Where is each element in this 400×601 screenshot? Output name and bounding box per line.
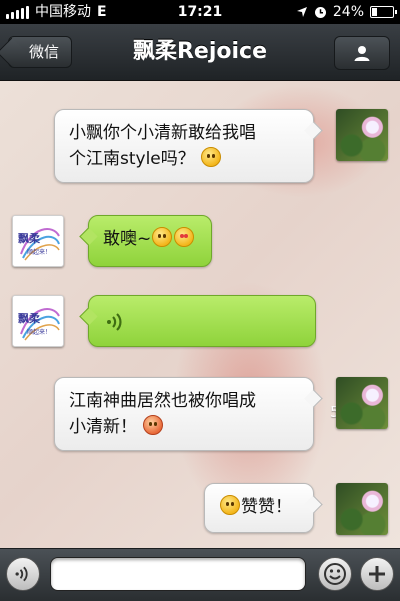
svg-text:飘柔: 飘柔 — [18, 312, 41, 325]
status-right: 24% — [296, 0, 397, 24]
message-text: 赞赞！ — [241, 497, 292, 517]
chat-title: 飘柔Rejoice — [132, 39, 268, 64]
message-bubble[interactable]: 敢噢~ — [88, 215, 212, 267]
message-bubble[interactable]: 江南神曲居然也被你唱成 小清新！ — [54, 377, 314, 451]
svg-text:顺起来！: 顺起来！ — [27, 248, 51, 256]
message-text: 个江南style吗？ — [69, 149, 195, 169]
rejoice-logo-icon: 飘柔 顺起来！ — [18, 228, 60, 261]
message-bubble[interactable]: 赞赞！ — [204, 483, 314, 533]
grin-emoji-icon — [201, 147, 222, 167]
location-arrow-icon — [296, 7, 307, 17]
voice-mode-button[interactable] — [6, 557, 40, 591]
surprised-emoji-icon — [220, 495, 240, 515]
voice-wave-icon — [107, 313, 122, 331]
battery-fill — [372, 8, 377, 16]
shocked-emoji-icon — [143, 415, 164, 435]
user-icon — [354, 46, 370, 61]
svg-text:顺起来！: 顺起来！ — [27, 328, 51, 336]
back-button-label: 微信 — [29, 43, 60, 61]
message-text: 江南神曲居然也被你唱成 — [69, 391, 256, 411]
message-bubble[interactable]: 小飘你个小清新敢给我唱 个江南style吗？ — [54, 109, 314, 183]
message-input[interactable] — [50, 557, 306, 591]
heart-eyes-emoji-icon — [174, 227, 195, 247]
nav-bar: 微信 飘柔Rejoice — [0, 24, 400, 81]
self-avatar[interactable] — [336, 109, 388, 161]
back-button[interactable]: 微信 — [8, 36, 73, 68]
self-avatar[interactable] — [336, 377, 388, 429]
chat-area[interactable]: 小飘你个小清新敢给我唱 个江南style吗？ 飘柔 顺起来！ 敢噢~ 飘柔 顺起… — [0, 81, 400, 548]
status-bar: 中国移动 E 17:21 24% — [0, 0, 400, 24]
plus-icon — [369, 566, 385, 582]
smiley-icon — [324, 563, 346, 585]
input-bar — [0, 548, 400, 601]
contact-avatar[interactable]: 飘柔 顺起来！ — [12, 295, 64, 347]
message-text: 小飘你个小清新敢给我唱 — [69, 123, 256, 143]
rejoice-logo-icon: 飘柔 顺起来！ — [18, 308, 60, 341]
grin-emoji-icon — [152, 227, 173, 247]
voice-wave-icon — [15, 566, 28, 582]
battery-icon — [370, 6, 397, 18]
self-avatar[interactable] — [336, 483, 388, 535]
svg-text:飘柔: 飘柔 — [18, 232, 41, 245]
alarm-clock-icon — [314, 6, 326, 18]
message-text: 敢噢~ — [103, 229, 152, 249]
profile-button[interactable] — [334, 36, 390, 70]
battery-percent: 24% — [332, 4, 364, 20]
voice-message-bubble[interactable] — [88, 295, 316, 347]
emoji-button[interactable] — [318, 557, 352, 591]
message-text: 小清新！ — [69, 417, 137, 437]
plus-button[interactable] — [360, 557, 394, 591]
contact-avatar[interactable]: 飘柔 顺起来！ — [12, 215, 64, 267]
